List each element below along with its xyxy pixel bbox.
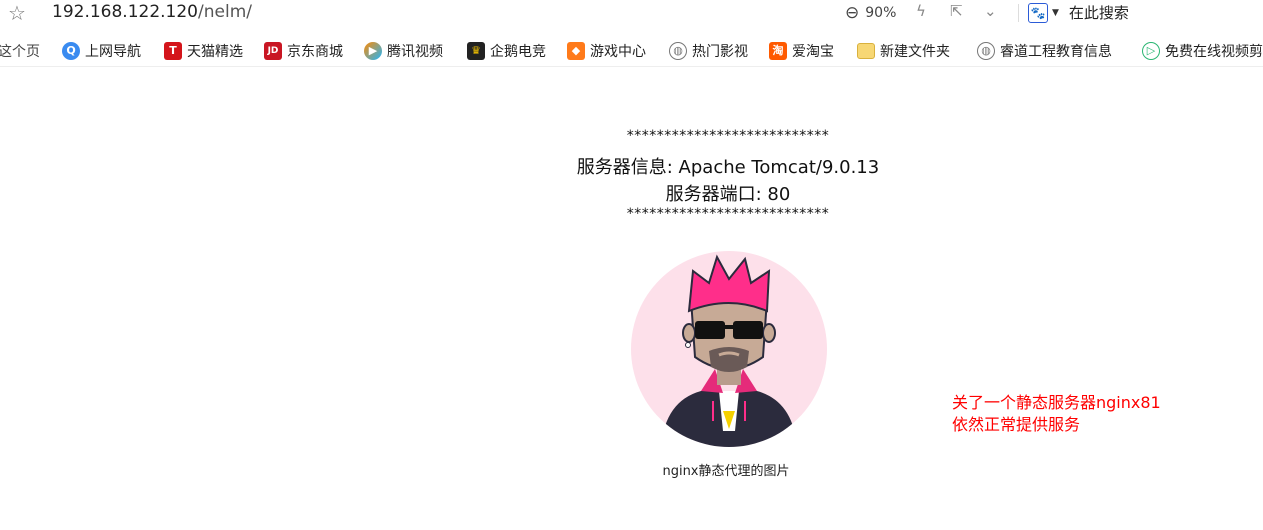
bookmark-label: 京东商城 (287, 44, 343, 60)
server-port: 服务器端口: 80 (665, 184, 791, 205)
baidu-paw-icon[interactable]: 🐾 (1028, 2, 1048, 23)
address-bar: ☆ 192.168.122.120/nelm/ ⊖ 90% ϟ ⇱ ⌄ 🐾 ▼ … (0, 0, 1263, 28)
bookmark-star-icon[interactable]: ☆ (8, 1, 26, 25)
annotation-line-2: 依然正常提供服务 (952, 415, 1081, 434)
caret-down-icon[interactable]: ▼ (1052, 8, 1059, 18)
avatar-image (631, 251, 827, 447)
bookmark-item[interactable]: JD 京东商城 (264, 41, 343, 61)
bookmark-label: 上网导航 (85, 44, 141, 60)
bookmark-item[interactable]: 这个页 (0, 41, 40, 61)
search-placeholder[interactable]: 在此搜索 (1069, 2, 1129, 23)
annotation-line-1: 关了一个静态服务器nginx81 (952, 393, 1161, 412)
video-edit-icon: ▷ (1142, 42, 1160, 60)
bookmark-label: 热门影视 (692, 44, 748, 60)
bookmark-item[interactable]: ◍ 热门影视 (669, 41, 748, 61)
lightning-icon[interactable]: ϟ (916, 2, 926, 20)
annotation-note: 关了一个静态服务器nginx81 依然正常提供服务 (952, 392, 1161, 436)
bookmark-label: 睿道工程教育信息 (1000, 44, 1112, 60)
toolbar-divider (1018, 4, 1019, 22)
folder-icon (857, 43, 875, 59)
jd-icon: JD (264, 42, 282, 60)
chevron-down-icon[interactable]: ⌄ (984, 2, 997, 20)
share-icon[interactable]: ⇱ (950, 2, 963, 20)
game-icon: ◆ (567, 42, 585, 60)
server-info: 服务器信息: Apache Tomcat/9.0.13 (576, 157, 880, 178)
bookmark-label: 游戏中心 (590, 44, 646, 60)
bookmark-label: 腾讯视频 (387, 44, 443, 60)
bookmark-item[interactable]: T 天猫精选 (164, 41, 243, 61)
url-host: 192.168.122.120 (52, 2, 199, 22)
stars-divider-top: *************************** (626, 128, 830, 144)
tencent-video-icon: ▶ (364, 42, 382, 60)
bookmark-label: 新建文件夹 (880, 44, 950, 60)
penguin-esports-icon: ♛ (467, 42, 485, 60)
url-path: /nelm/ (198, 2, 252, 22)
bookmarks-bar: 这个页 Q 上网导航 T 天猫精选 JD 京东商城 ▶ 腾讯视频 ♛ 企鹅电竞 … (0, 36, 1263, 67)
bookmark-label: 企鹅电竞 (490, 44, 546, 60)
bookmark-item[interactable]: ◆ 游戏中心 (567, 41, 646, 61)
zoom-level: 90% (865, 5, 897, 21)
tmall-icon: T (164, 42, 182, 60)
bookmark-label: 爱淘宝 (792, 44, 834, 60)
globe-icon: ◍ (977, 42, 995, 60)
nav-icon: Q (62, 42, 80, 60)
image-caption: nginx静态代理的图片 (662, 464, 790, 479)
url-field[interactable]: 192.168.122.120/nelm/ (52, 2, 252, 22)
bookmark-item[interactable]: 淘 爱淘宝 (769, 41, 834, 61)
bookmark-item[interactable]: ▶ 腾讯视频 (364, 41, 443, 61)
stars-divider-bottom: *************************** (626, 206, 830, 222)
globe-icon: ◍ (669, 42, 687, 60)
taobao-icon: 淘 (769, 42, 787, 60)
bookmark-item[interactable]: 新建文件夹 (857, 41, 950, 61)
bookmark-label: 免费在线视频剪 (1165, 44, 1263, 60)
search-box[interactable]: 🐾 ▼ 在此搜索 (1028, 2, 1129, 23)
bookmark-label: 这个页 (0, 44, 40, 60)
bookmark-item[interactable]: ♛ 企鹅电竞 (467, 41, 546, 61)
zoom-magnifier-icon: ⊖ (845, 3, 860, 23)
bookmark-label: 天猫精选 (187, 44, 243, 60)
zoom-control[interactable]: ⊖ 90% (845, 3, 896, 23)
bookmark-item[interactable]: ▷ 免费在线视频剪 (1142, 41, 1263, 61)
bookmark-item[interactable]: Q 上网导航 (62, 41, 141, 61)
bookmark-item[interactable]: ◍ 睿道工程教育信息 (977, 41, 1112, 61)
